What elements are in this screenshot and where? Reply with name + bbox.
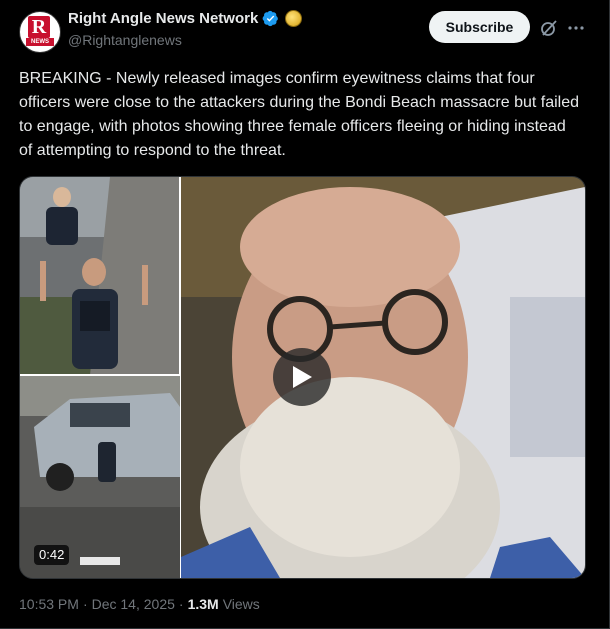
more-icon[interactable]: [566, 18, 586, 38]
video-media[interactable]: 0:42: [19, 176, 586, 579]
meta-separator: ·: [82, 596, 88, 612]
thumbnail-panel-officers: [20, 177, 180, 375]
author-name-row: Right Angle News Network: [68, 10, 303, 27]
views-count: 1.3M: [187, 596, 219, 612]
meta-separator: ·: [178, 596, 184, 612]
tweet-text: BREAKING - Newly released images confirm…: [19, 70, 580, 159]
avatar[interactable]: R NEWS: [19, 11, 61, 53]
thumbnail-panel-man: [181, 177, 585, 578]
avatar-logo-letter: R: [28, 16, 50, 38]
affiliate-badge-icon[interactable]: [285, 10, 303, 27]
views-label: Views: [222, 596, 260, 612]
tweet-time[interactable]: 10:53 PM: [19, 596, 79, 612]
play-button[interactable]: [273, 348, 331, 406]
author-handle[interactable]: @Rightanglenews: [68, 32, 182, 48]
subscribe-button[interactable]: Subscribe: [429, 11, 530, 43]
avatar-logo-sub: NEWS: [26, 38, 54, 46]
author-display-name[interactable]: Right Angle News Network: [68, 10, 258, 27]
grok-icon[interactable]: [539, 18, 559, 38]
video-duration: 0:42: [34, 545, 70, 565]
tweet-meta: 10:53 PM · Dec 14, 2025 · 1.3M Views: [19, 596, 260, 612]
play-icon: [293, 366, 312, 388]
verified-badge-icon[interactable]: [262, 10, 279, 27]
tweet-date[interactable]: Dec 14, 2025: [92, 596, 175, 612]
